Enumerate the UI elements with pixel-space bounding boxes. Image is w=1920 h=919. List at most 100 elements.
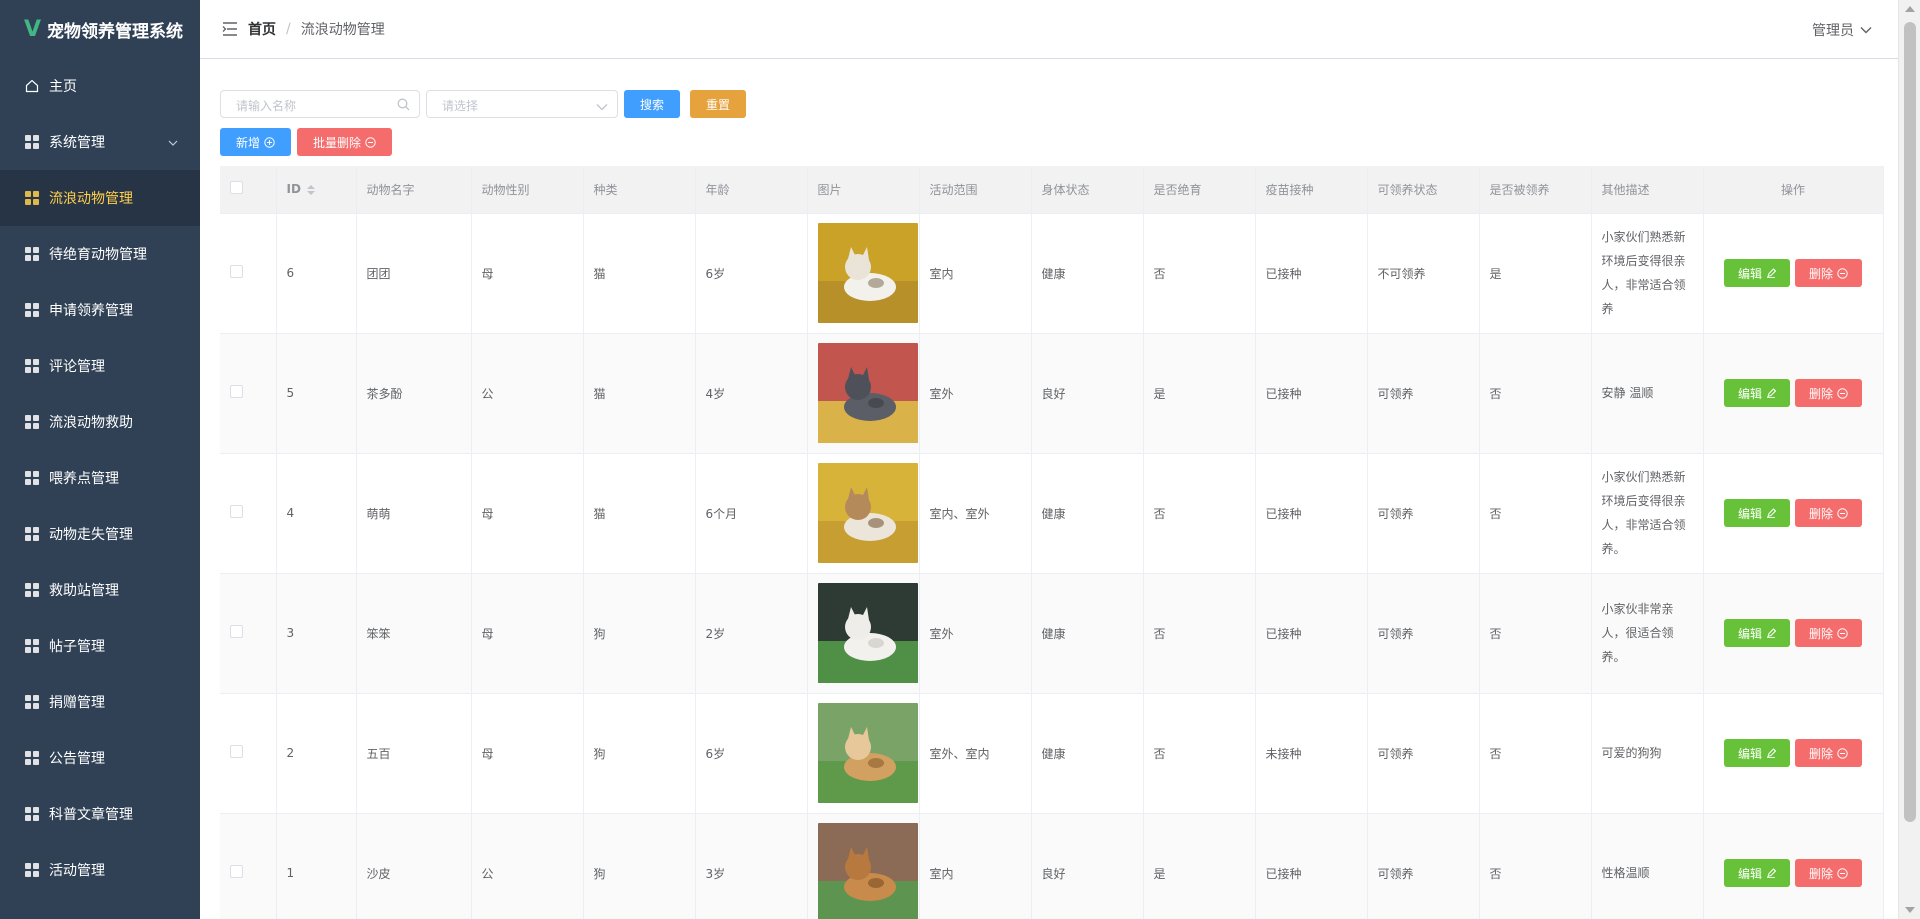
row-checkbox[interactable] — [230, 865, 243, 878]
delete-button-label: 删除 — [1809, 746, 1834, 761]
edit-pen-icon — [1766, 868, 1776, 878]
sidebar-item[interactable]: 流浪动物管理 — [0, 170, 200, 226]
delete-button[interactable]: 删除 — [1795, 259, 1863, 287]
filter-bar: 请输入名称 请选择 搜索 重置 — [220, 90, 746, 118]
delete-button[interactable]: 删除 — [1795, 739, 1863, 767]
cell-photo — [807, 453, 920, 574]
sidebar-item[interactable]: 活动管理 — [0, 842, 200, 898]
table-row[interactable]: 6 团团母猫 6岁 室内 健康否已接种 不可领养是小家伙们熟悉新环境后变得很亲人，非常适合… — [220, 213, 1884, 334]
row-checkbox[interactable] — [230, 745, 243, 758]
row-checkbox[interactable] — [230, 505, 243, 518]
select-all-checkbox[interactable] — [230, 181, 243, 195]
sidebar-item[interactable]: 喂养点管理 — [0, 450, 200, 506]
scroll-down-arrow-icon[interactable] — [1905, 907, 1915, 913]
sidebar-item-label: 待绝育动物管理 — [49, 247, 147, 263]
sidebar-item-label: 活动管理 — [49, 863, 105, 879]
sidebar-item[interactable]: 捐赠管理 — [0, 674, 200, 730]
edit-button[interactable]: 编辑 — [1723, 499, 1790, 527]
sidebar-item[interactable]: 申请领养管理 — [0, 282, 200, 338]
pet-photo[interactable] — [817, 343, 918, 443]
sidebar-item[interactable]: 待绝育动物管理 — [0, 226, 200, 282]
cell-health: 良好 — [1031, 333, 1144, 454]
pet-photo[interactable] — [817, 223, 918, 323]
search-button[interactable]: 搜索 — [624, 90, 680, 118]
cell-health: 良好 — [1031, 813, 1144, 919]
pet-photo[interactable] — [817, 703, 918, 803]
column-header-desc: 其他描述 — [1591, 166, 1704, 214]
table-body: 6 团团母猫 6岁 室内 健康否已接种 不可领养是小家伙们熟悉新环境后变得很亲人，非常适合… — [220, 213, 1884, 919]
cell-age: 3岁 — [695, 813, 808, 919]
cell-adoptable: 可领养 — [1367, 693, 1480, 814]
row-checkbox[interactable] — [230, 625, 243, 638]
delete-button[interactable]: 删除 — [1795, 379, 1863, 407]
user-dropdown[interactable]: 管理员 — [1812, 0, 1872, 59]
batch-delete-button[interactable]: 批量删除 — [297, 128, 392, 156]
scroll-up-arrow-icon[interactable] — [1905, 6, 1915, 12]
row-checkbox-cell — [220, 693, 277, 814]
grid-icon — [24, 415, 39, 430]
delete-button[interactable]: 删除 — [1795, 499, 1863, 527]
row-checkbox[interactable] — [230, 385, 243, 398]
category-select[interactable]: 请选择 — [426, 90, 618, 118]
sidebar-item[interactable]: 救助站管理 — [0, 562, 200, 618]
cell-photo — [807, 333, 920, 454]
minus-circle-icon — [365, 136, 376, 148]
grid-icon — [24, 583, 39, 598]
edit-pen-icon — [1766, 628, 1776, 638]
cell-actions: 编辑 删除 — [1703, 213, 1884, 334]
pet-photo[interactable] — [817, 583, 918, 683]
reset-button[interactable]: 重置 — [690, 90, 746, 118]
sidebar-item[interactable]: 流浪动物救助 — [0, 394, 200, 450]
pet-photo[interactable] — [817, 823, 918, 919]
hamburger-icon[interactable] — [222, 21, 238, 37]
grid-icon — [24, 751, 39, 766]
sidebar-item[interactable]: 帖子管理 — [0, 618, 200, 674]
scrollbar-thumb[interactable] — [1904, 22, 1916, 822]
column-header-photo: 图片 — [807, 166, 920, 214]
name-search-input[interactable]: 请输入名称 — [220, 90, 420, 118]
table-row[interactable]: 4 萌萌母猫 6个月 室内、室外 健康否已接种 可领养否小家伙们熟悉新环境后变得很亲人，非… — [220, 453, 1884, 574]
delete-button[interactable]: 删除 — [1795, 859, 1863, 887]
add-button[interactable]: 新增 — [220, 128, 291, 156]
sidebar-item[interactable]: 评论管理 — [0, 338, 200, 394]
edit-button[interactable]: 编辑 — [1723, 619, 1790, 647]
table-row[interactable]: 3 笨笨母狗 2岁 室外 健康否已接种 可领养否小家伙非常亲人，很适合领养。 编辑 删除 — [220, 573, 1884, 694]
sidebar-item[interactable]: 公告管理 — [0, 730, 200, 786]
sidebar-item[interactable]: 主页 — [0, 58, 200, 114]
column-header-id[interactable]: ID — [276, 166, 357, 214]
table-row[interactable]: 2 五百母狗 6岁 室外、室内 健康否未接种 可领养否可爱的狗狗 编辑 删除 — [220, 693, 1884, 814]
sidebar-item[interactable]: 动物走失管理 — [0, 506, 200, 562]
cell-id: 4 — [276, 453, 357, 574]
row-checkbox-cell — [220, 333, 277, 454]
column-header-label: ID — [286, 182, 301, 197]
cell-health: 健康 — [1031, 213, 1144, 334]
row-checkbox[interactable] — [230, 265, 243, 278]
breadcrumb-home[interactable]: 首页 — [248, 19, 276, 39]
table-row[interactable]: 5 茶多酚公猫 4岁 室外 良好是已接种 可领养否安静 温顺 编辑 删除 — [220, 333, 1884, 454]
edit-button[interactable]: 编辑 — [1723, 739, 1790, 767]
grid-icon — [24, 471, 39, 486]
minus-circle-icon — [1837, 627, 1848, 639]
sidebar-item[interactable]: 科普文章管理 — [0, 786, 200, 842]
edit-button[interactable]: 编辑 — [1723, 859, 1790, 887]
row-checkbox-cell — [220, 573, 277, 694]
cell-gender: 母 — [471, 693, 584, 814]
breadcrumb: 首页 / 流浪动物管理 — [248, 19, 385, 39]
delete-button[interactable]: 删除 — [1795, 619, 1863, 647]
cell-vaccine: 未接种 — [1255, 693, 1368, 814]
sidebar-item[interactable]: 系统管理 — [0, 114, 200, 170]
cell-range: 室内 — [919, 813, 1032, 919]
edit-button[interactable]: 编辑 — [1723, 259, 1790, 287]
sort-caret-icon[interactable] — [306, 184, 315, 195]
app-logo[interactable]: V 宠物领养管理系统 — [0, 0, 200, 58]
cell-neutered: 是 — [1143, 333, 1256, 454]
sidebar-item-label: 评论管理 — [49, 359, 105, 375]
table-row[interactable]: 1 沙皮公狗 3岁 室内 良好是已接种 可领养否性格温顺 编辑 删除 — [220, 813, 1884, 919]
edit-button-label: 编辑 — [1737, 866, 1762, 881]
pet-photo[interactable] — [817, 463, 918, 563]
page-scrollbar[interactable] — [1898, 0, 1920, 919]
home-icon — [24, 79, 39, 94]
edit-button[interactable]: 编辑 — [1723, 379, 1790, 407]
cell-gender: 公 — [471, 813, 584, 919]
cell-age: 4岁 — [695, 333, 808, 454]
